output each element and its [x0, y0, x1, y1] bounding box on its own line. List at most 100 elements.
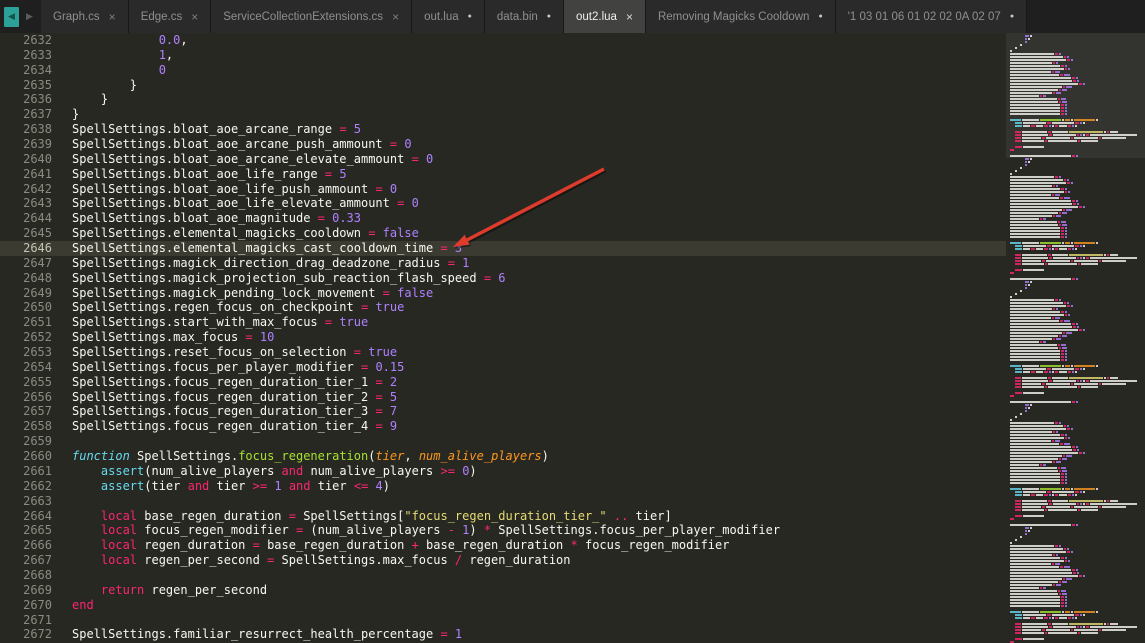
code-line[interactable]: 2649 SpellSettings.magick_pending_lock_mo… [0, 286, 1006, 301]
line-number: 2640 [23, 151, 52, 166]
nav-forward-button[interactable]: ▶ [22, 7, 37, 27]
line-number: 2643 [23, 196, 52, 211]
tab-label: Graph.cs [53, 10, 100, 23]
line-number: 2656 [23, 389, 52, 404]
code-line-text: SpellSettings.bloat_aoe_magnitude = 0.33 [72, 211, 361, 226]
code-line[interactable]: 2635} [0, 78, 1006, 93]
code-line-text: } [129, 77, 138, 92]
modified-dot-icon: ● [818, 13, 823, 20]
code-line[interactable]: 2646 SpellSettings.elemental_magicks_cast… [0, 241, 1006, 256]
tab[interactable]: '1 03 01 06 01 02 02 0A 02 07 ● [835, 0, 1028, 33]
minimap[interactable] [1006, 33, 1145, 643]
code-line[interactable]: 2650 SpellSettings.regen_focus_on_checkpo… [0, 300, 1006, 315]
line-number: 2635 [23, 77, 52, 92]
code-line[interactable]: 2644 SpellSettings.bloat_aoe_magnitude = … [0, 211, 1006, 226]
line-number: 2655 [23, 374, 52, 389]
tab[interactable]: Edge.cs × [128, 0, 212, 33]
code-line[interactable]: 2656 SpellSettings.focus_regen_duration_t… [0, 390, 1006, 405]
tab-label: data.bin [496, 10, 538, 23]
line-number: 2652 [23, 330, 52, 345]
code-line[interactable]: 2660 function SpellSettings.focus_regener… [0, 449, 1006, 464]
line-number: 2658 [23, 419, 52, 434]
code-line-text: assert(num_alive_players and num_alive_p… [100, 463, 477, 478]
code-line-text: SpellSettings.start_with_max_focus = tru… [72, 315, 369, 330]
code-line-text: SpellSettings.focus_per_player_modifier … [72, 359, 405, 374]
line-number: 2633 [23, 47, 52, 62]
line-number: 2672 [23, 627, 52, 642]
tab-close-icon[interactable]: × [109, 11, 116, 23]
tab[interactable]: out.lua ● [412, 0, 485, 33]
code-line[interactable]: 2664 local base_regen_duration = SpellSet… [0, 509, 1006, 524]
code-line[interactable]: 2636} [0, 92, 1006, 107]
line-number: 2663 [23, 493, 52, 508]
code-line[interactable]: 2647 SpellSettings.magick_direction_drag_… [0, 256, 1006, 271]
tab[interactable]: data.bin ● [484, 0, 565, 33]
tab[interactable]: out2.lua × [564, 0, 646, 33]
modified-dot-icon: ● [546, 13, 552, 20]
code-line[interactable]: 2663 [0, 494, 1006, 509]
tab-nav: ◀ ▶ [0, 0, 41, 33]
code-line[interactable]: 2654 SpellSettings.focus_per_player_modif… [0, 360, 1006, 375]
code-line[interactable]: 2671 [0, 613, 1006, 628]
code-line[interactable]: 2668 [0, 568, 1006, 583]
code-line[interactable]: 2667 local regen_per_second = SpellSettin… [0, 553, 1006, 568]
code-line[interactable]: 2645 SpellSettings.elemental_magicks_cool… [0, 226, 1006, 241]
line-number: 2665 [23, 523, 52, 538]
line-number: 2657 [23, 404, 52, 419]
code-line[interactable]: 2672 SpellSettings.familiar_resurrect_hea… [0, 627, 1006, 642]
code-line-text: local regen_duration = base_regen_durati… [100, 538, 730, 553]
code-line[interactable]: 2669 return regen_per_second [0, 583, 1006, 598]
tab[interactable]: Graph.cs × [41, 0, 129, 33]
code-line[interactable]: 2662 assert(tier and tier >= 1 and tier <… [0, 479, 1006, 494]
code-line[interactable]: 2661 assert(num_alive_players and num_ali… [0, 464, 1006, 479]
code-line[interactable]: 2634 0 [0, 63, 1006, 78]
line-number: 2666 [23, 538, 52, 553]
tab-close-icon[interactable]: × [191, 11, 198, 23]
tab[interactable]: Removing Magicks Cooldown ● [645, 0, 836, 33]
line-number: 2667 [23, 553, 52, 568]
line-number: 2638 [23, 122, 52, 137]
code-line[interactable]: 2639 SpellSettings.bloat_aoe_arcane_push_… [0, 137, 1006, 152]
tab-label: out2.lua [576, 10, 617, 23]
code-line-text: assert(tier and tier >= 1 and tier <= 4) [100, 478, 391, 493]
code-line[interactable]: 2659 [0, 434, 1006, 449]
code-line[interactable]: 2643 SpellSettings.bloat_aoe_life_elevate… [0, 196, 1006, 211]
code-line[interactable]: 2665 local focus_regen_modifier = (num_al… [0, 523, 1006, 538]
code-line[interactable]: 2637} [0, 107, 1006, 122]
line-number: 2660 [23, 449, 52, 464]
code-line[interactable]: 2666 local regen_duration = base_regen_du… [0, 538, 1006, 553]
code-line-text: SpellSettings.reset_focus_on_selection =… [72, 345, 398, 360]
tab-label: ServiceCollectionExtensions.cs [223, 10, 384, 23]
code-line-text: SpellSettings.magick_projection_sub_reac… [72, 270, 506, 285]
line-number: 2661 [23, 463, 52, 478]
code-line[interactable]: 2633 1, [0, 48, 1006, 63]
code-line-text: SpellSettings.focus_regen_duration_tier_… [72, 389, 398, 404]
code-line[interactable]: 2638 SpellSettings.bloat_aoe_arcane_range… [0, 122, 1006, 137]
code-line[interactable]: 2640 SpellSettings.bloat_aoe_arcane_eleva… [0, 152, 1006, 167]
nav-back-button[interactable]: ◀ [4, 6, 19, 27]
line-number: 2654 [23, 359, 52, 374]
code-line[interactable]: 2653 SpellSettings.reset_focus_on_selecti… [0, 345, 1006, 360]
code-line[interactable]: 2652 SpellSettings.max_focus = 10 [0, 330, 1006, 345]
code-line-text: local base_regen_duration = SpellSetting… [100, 508, 672, 523]
code-line[interactable]: 2641 SpellSettings.bloat_aoe_life_range =… [0, 167, 1006, 182]
line-number: 2637 [23, 107, 52, 122]
line-number: 2650 [23, 300, 52, 315]
line-number: 2639 [23, 137, 52, 152]
tab-close-icon[interactable]: × [392, 11, 399, 23]
tab[interactable]: ServiceCollectionExtensions.cs × [211, 0, 413, 33]
line-number: 2641 [23, 166, 52, 181]
code-line[interactable]: 2642 SpellSettings.bloat_aoe_life_push_am… [0, 182, 1006, 197]
code-line[interactable]: 2670 end [0, 598, 1006, 613]
code-line[interactable]: 2657 SpellSettings.focus_regen_duration_t… [0, 404, 1006, 419]
code-line[interactable]: 2651 SpellSettings.start_with_max_focus =… [0, 315, 1006, 330]
code-line[interactable]: 2658 SpellSettings.focus_regen_duration_t… [0, 419, 1006, 434]
tab-close-icon[interactable]: × [626, 11, 633, 23]
code-line[interactable]: 2632 0.0, [0, 33, 1006, 48]
code-line-text: SpellSettings.bloat_aoe_arcane_push_ammo… [72, 137, 412, 152]
code-area[interactable]: 2632 0.0, 2633 1, 2634 0 2635} 2636} 2637} 2638 Sp… [0, 33, 1006, 643]
code-line[interactable]: 2655 SpellSettings.focus_regen_duration_t… [0, 375, 1006, 390]
code-line[interactable]: 2648 SpellSettings.magick_projection_sub_… [0, 271, 1006, 286]
